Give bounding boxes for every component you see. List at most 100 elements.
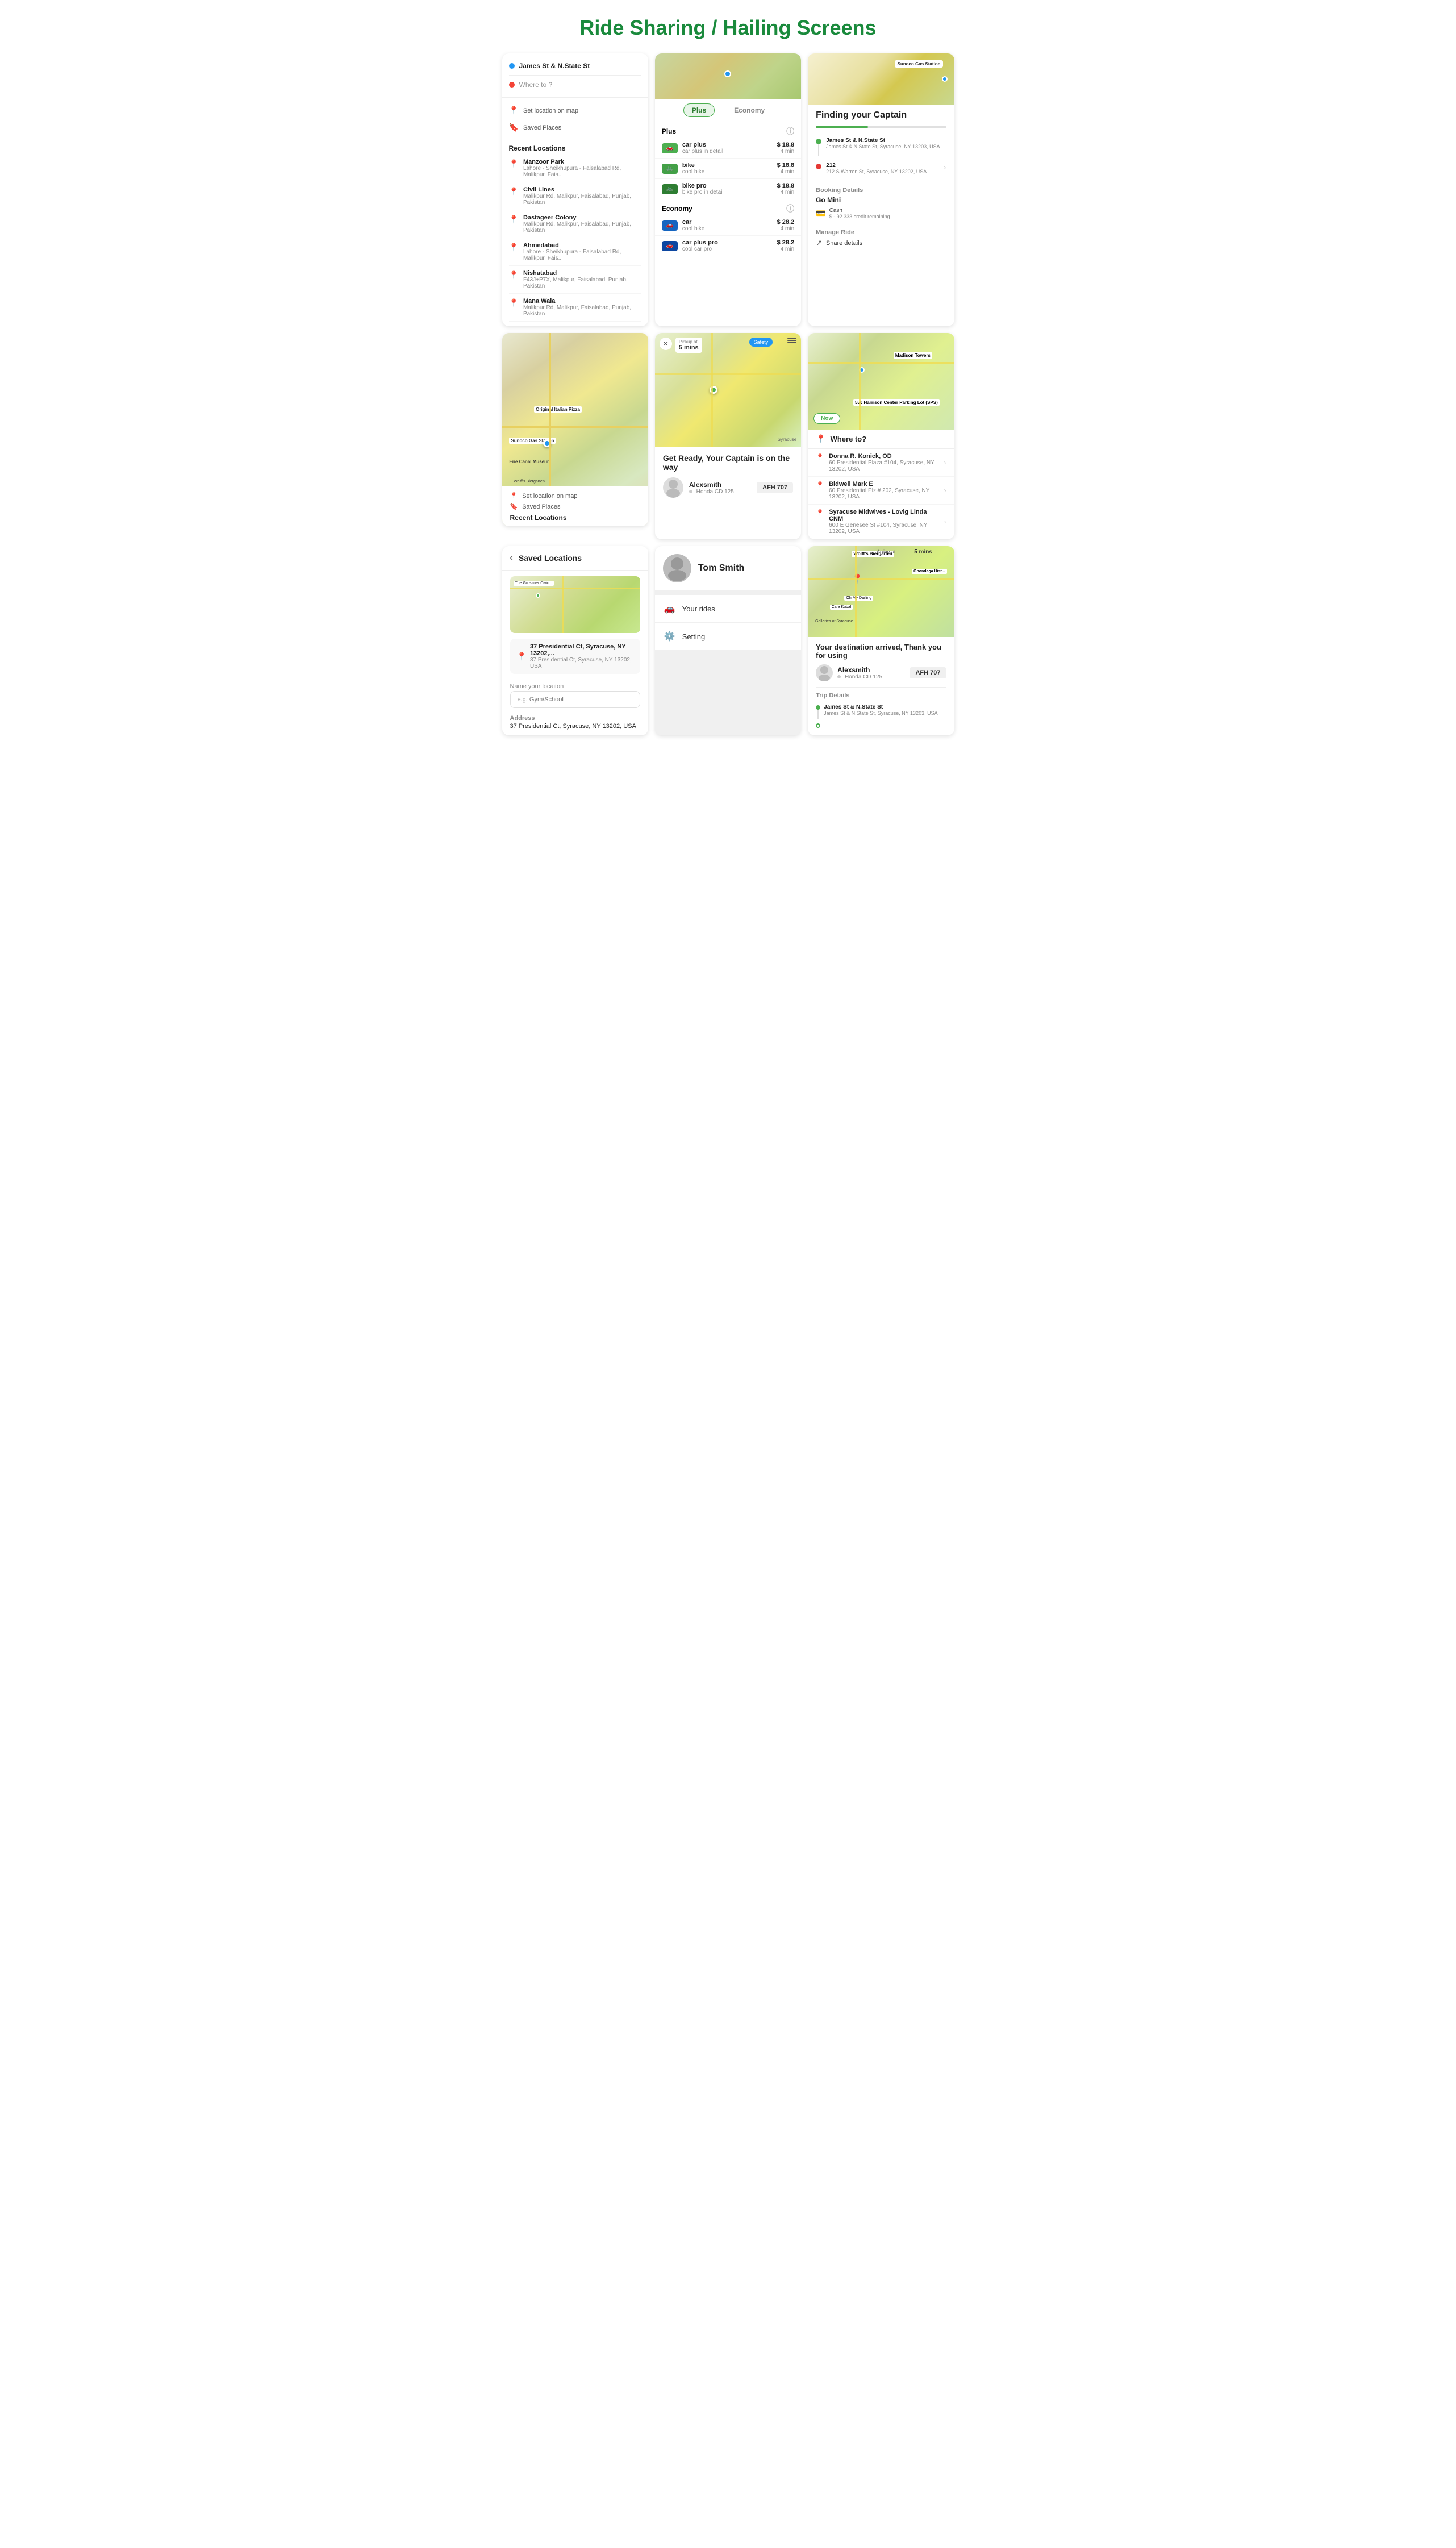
suggestion-name: Bidwell Mark E [829,481,939,488]
saved-locations-title: Saved Locations [519,553,582,563]
trip-dest-dot [816,723,820,728]
pin-icon: 📍 [509,270,519,280]
map-location-dot [724,70,731,77]
car-economy-icon: 🚗 [662,220,678,231]
arrive-label: Arrive at [877,549,896,555]
share-label: Share details [826,240,862,247]
suggestion-item[interactable]: 📍 Bidwell Mark E 60 Presidential Plz # 2… [808,477,954,505]
suggestion-item[interactable]: 📍 Donna R. Konick, OD 60 Presidential Pl… [808,449,954,477]
oh-my-darling-label: Oh My Darling [844,596,873,601]
booking-label: Booking Details [816,187,946,194]
road-v [562,576,564,633]
list-item[interactable]: 📍 AhmedabadLahore - Sheikhupura - Faisal… [509,238,641,266]
pin-icon: 📍 [509,159,519,169]
ride-price: $ 18.8 [777,182,795,189]
pickup-time: 5 mins [679,344,699,351]
map-city-label: Syracuse [778,437,796,442]
manage-label: Manage Ride [816,229,946,236]
destination-placeholder[interactable]: Where to ? [519,81,553,89]
ride-time: 4 min [777,246,795,252]
set-location-bottom[interactable]: 📍 Set location on map [510,492,640,499]
suggestion-name: Donna R. Konick, OD [829,453,939,460]
pin-icon: 📍 [509,298,519,308]
list-item[interactable]: 📍 Mana WalaMalikpur Rd, Malikpur, Faisal… [509,294,641,322]
location-name-input[interactable] [510,691,640,708]
where-to-bar[interactable]: 📍 Where to? [808,430,954,449]
menu-icon[interactable] [787,338,796,343]
location-name: Mana Wala [523,298,641,305]
status-dot [837,675,841,678]
ride-price: $ 28.2 [777,219,795,226]
on-way-title: Get Ready, Your Captain is on the way [663,453,793,472]
ride-option[interactable]: 🚗 carcool bike $ 28.24 min [655,215,801,236]
pickup-label: Pickup at 5 mins [675,338,702,353]
pickup-at-text: Pickup at [679,339,699,344]
ride-name: bike pro [682,182,773,189]
saved-pin-icon: 📍 [517,652,527,661]
bike-pro-icon: 🚲 [662,184,678,194]
ride-option[interactable]: 🚲 bikecool bike $ 18.84 min [655,159,801,179]
section-plus: Plus ⓘ [655,122,801,138]
suggestion-item[interactable]: 📍 Syracuse Midwives - Lovig Linda CNM 60… [808,505,954,539]
set-location-option[interactable]: 📍 Set location on map [509,102,641,119]
list-item[interactable]: 📍 Civil LinesMalikpur Rd, Malikpur, Fais… [509,182,641,210]
ride-option[interactable]: 🚲 bike probike pro in detail $ 18.84 min [655,179,801,199]
safety-badge[interactable]: Safety [749,338,773,347]
road-h1 [655,373,801,375]
now-button[interactable]: Now [813,413,840,424]
pin-icon: 📍 [509,243,519,252]
list-item[interactable]: 📍 Manzoor ParkLahore - Sheikhupura - Fai… [509,155,641,182]
map-preview: Wolff's Biergarten Cafe Kubal Galleries … [808,546,954,637]
share-details-row[interactable]: ↗ Share details [816,238,946,248]
info-icon: ⓘ [786,126,794,137]
chevron-right-icon: › [944,486,946,494]
location-name: Ahmedabad [523,242,641,249]
saved-places-bottom[interactable]: 🔖 Saved Places [510,503,640,510]
location-addr: Malikpur Rd, Malikpur, Faisalabad, Punja… [523,193,641,206]
selected-addr-text: 37 Presidential Ct, Syracuse, NY 13202,.… [530,643,633,657]
location-addr: Lahore - Sheikhupura - Faisalabad Rd, Ma… [523,249,641,261]
saved-places-label: Saved Places [523,124,561,131]
pin-icon: 📍 [509,215,519,224]
list-item[interactable]: 📍 Dastageer ColonyMalikpur Rd, Malikpur,… [509,210,641,238]
screen-ride-options: Plus Economy Plus ⓘ 🚗 car pluscar plus i… [655,53,801,326]
ride-price: $ 18.8 [777,141,795,148]
ride-time: 4 min [777,148,795,155]
ride-name: car plus pro [682,239,773,246]
driver-car: Honda CD 125 [837,674,905,680]
your-rides-menu-item[interactable]: 🚗 Your rides [655,595,801,623]
destination-dot [509,82,515,88]
page-title: Ride Sharing / Hailing Screens [495,0,961,53]
onondaga-label: Onondaga Hist... [912,569,947,574]
close-button[interactable]: ✕ [660,338,672,350]
trip-origin-text: James St & N.State St [824,704,937,710]
origin-dot [509,63,515,69]
section-economy: Economy ⓘ [655,199,801,215]
ride-option[interactable]: 🚗 car plus procool car pro $ 28.24 min [655,236,801,256]
location-name: Manzoor Park [523,159,641,165]
bookmark-icon: 🔖 [510,503,518,510]
list-item[interactable]: 📍 NishatabadF43J+P7X, Malikpur, Faisalab… [509,266,641,294]
saved-places-option[interactable]: 🔖 Saved Places [509,119,641,136]
suggestion-addr: 600 E Genesee St #104, Syracuse, NY 1320… [829,522,939,535]
car-menu-icon: 🚗 [664,603,675,614]
wolff-map-label: Wolff's Biergarten [514,480,545,484]
selected-address-bar: 📍 37 Presidential Ct, Syracuse, NY 13202… [510,639,640,674]
tab-plus[interactable]: Plus [683,103,715,117]
suggestion-pin-icon: 📍 [816,453,824,461]
ride-detail: bike pro in detail [682,189,773,195]
finding-title: Finding your Captain [816,110,946,120]
ride-option[interactable]: 🚗 car pluscar plus in detail $ 18.84 min [655,138,801,159]
suggestion-addr: 60 Presidential Plz # 202, Syracuse, NY … [829,488,939,500]
location-addr: Malikpur Rd, Malikpur, Faisalabad, Punja… [523,305,641,317]
road-horizontal [502,426,648,428]
settings-menu-item[interactable]: ⚙️ Setting [655,623,801,651]
location-addr: Malikpur Rd, Malikpur, Faisalabad, Punja… [523,221,641,234]
back-button[interactable]: ‹ [510,553,513,563]
dest-route-addr: 212 S Warren St, Syracuse, NY 13202, USA [826,169,927,174]
map-preview: Sunoco Gas Station [808,53,954,105]
tab-economy[interactable]: Economy [726,103,773,117]
ride-time: 4 min [777,169,795,175]
location-addr: Lahore - Sheikhupura - Faisalabad Rd, Ma… [523,165,641,178]
ride-name: car [682,219,773,226]
